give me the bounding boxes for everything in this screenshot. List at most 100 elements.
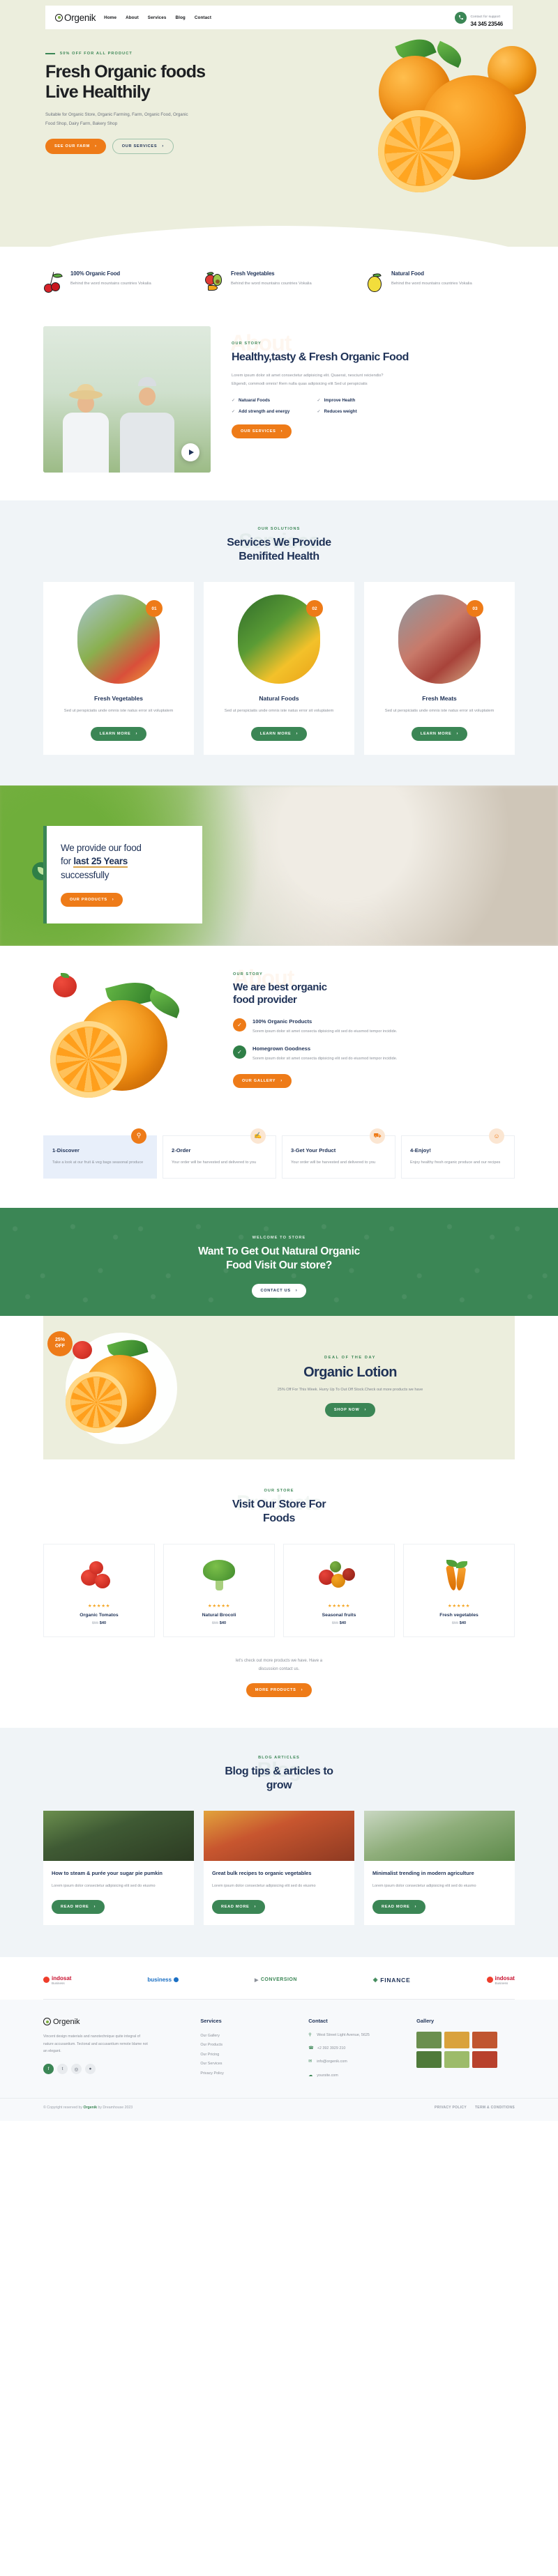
mail-icon: ✉ <box>308 2060 312 2064</box>
footer-link[interactable]: Our Services <box>200 2062 222 2066</box>
more-products-label: MORE PRODUCTS <box>255 1688 296 1693</box>
service-badge: 01 <box>146 600 163 617</box>
header-support[interactable]: Contact for support 34 345 23546 <box>455 8 503 27</box>
list-item[interactable]: Privacy Policy <box>200 2069 299 2079</box>
see-our-farm-button[interactable]: SEE OUR FARM › <box>45 139 106 155</box>
step-card[interactable]: ⚲ 1-Discover Take a look at our fruit & … <box>43 1128 157 1179</box>
list-item[interactable]: Our Services <box>200 2060 299 2069</box>
provider-body: About OUR STORY We are best organic food… <box>218 964 515 1088</box>
read-more-label: READ MORE <box>221 1904 250 1909</box>
product-card[interactable]: ★★★★★ Organic Tomatos $55 $40 <box>43 1544 155 1638</box>
store-title-line2: Foods <box>263 1512 295 1525</box>
story-services-button[interactable]: OUR SERVICES › <box>232 424 292 438</box>
support-phone[interactable]: 34 345 23546 <box>470 21 503 27</box>
terms-link[interactable]: TERM & CONDITIONS <box>475 2106 515 2110</box>
service-badge: 02 <box>306 600 323 617</box>
dribbble-icon[interactable]: ● <box>85 2064 96 2075</box>
story-services-label: OUR SERVICES <box>241 429 276 434</box>
footer-link[interactable]: Our Pricing <box>200 2053 219 2057</box>
footer-link[interactable]: Our Gallery <box>200 2034 220 2038</box>
provider-item-text: Sorem ipsum dolor sit amet consecta dipi… <box>252 1029 398 1034</box>
shop-now-button[interactable]: SHOP NOW › <box>324 1403 376 1418</box>
our-services-button[interactable]: OUR SERVICES › <box>112 139 174 155</box>
instagram-icon[interactable]: ◎ <box>71 2064 82 2075</box>
footer-services-column: Services Our Gallery Our Products Our Pr… <box>200 2018 299 2086</box>
check-icon: ✓ <box>232 398 236 403</box>
play-icon[interactable] <box>181 443 199 461</box>
footer-brand-logo[interactable]: Orgenik <box>43 2018 190 2026</box>
nav-item-home[interactable]: Home <box>104 15 116 20</box>
price-new: $40 <box>99 1621 107 1626</box>
service-card[interactable]: 03 Fresh Meats Sed ut perspiciatis unde … <box>364 582 515 755</box>
more-products-button[interactable]: MORE PRODUCTS › <box>246 1683 312 1698</box>
gallery-thumbnail[interactable] <box>444 2050 470 2068</box>
contact-item[interactable]: ☎ +2 392 3929 210 <box>308 2045 407 2053</box>
blog-post-card[interactable]: Great bulk recipes to organic vegetables… <box>204 1811 354 1925</box>
check-label: Reduces weight <box>324 408 357 414</box>
nav-item-services[interactable]: Services <box>148 15 167 20</box>
gallery-thumbnail[interactable] <box>472 2050 498 2068</box>
story-video-thumbnail[interactable] <box>43 326 211 473</box>
contact-item[interactable]: ✉ info@orgenik.com <box>308 2058 407 2066</box>
gallery-thumbnail[interactable] <box>444 2031 470 2048</box>
blog-post-card[interactable]: Minimalist trending in modern agricultur… <box>364 1811 515 1925</box>
product-card[interactable]: ★★★★★ Fresh vegetables $55 $40 <box>403 1544 515 1638</box>
check-icon: ✓ <box>233 1045 246 1059</box>
copyright-bar: © Copyright reserved by Orgenik by Dream… <box>0 2098 558 2122</box>
product-price: $55 $40 <box>291 1621 387 1625</box>
footer-gallery-grid <box>416 2031 498 2068</box>
twitter-icon[interactable]: t <box>57 2064 68 2075</box>
chevron-right-icon: › <box>364 1408 367 1413</box>
learn-more-button[interactable]: LEARN MORE › <box>250 726 308 741</box>
learn-more-button[interactable]: LEARN MORE › <box>90 726 147 741</box>
privacy-policy-link[interactable]: PRIVACY POLICY <box>435 2106 467 2110</box>
deal-wrapper: 25% OFF DEAL OF THE DAY Organic Lotion 2… <box>0 1316 558 1460</box>
post-image <box>43 1811 194 1862</box>
step-card[interactable]: ✍ 2-Order Your order will be harvested a… <box>163 1128 276 1179</box>
hero-title-line2: Live Healthily <box>45 82 151 102</box>
blog-post-card[interactable]: How to steam & purée your sugar pie pumk… <box>43 1811 194 1925</box>
step-card[interactable]: ☺ 4-Enjoy! Enjoy healthy fresh organic p… <box>401 1128 515 1179</box>
chevron-right-icon: › <box>296 731 299 736</box>
footer-link[interactable]: Our Products <box>200 2043 223 2047</box>
post-text: Lorem ipsum dolor consectetur adipisicin… <box>212 1883 316 1888</box>
farmer-person <box>63 382 109 473</box>
read-more-button[interactable]: READ MORE › <box>372 1899 426 1914</box>
nav-item-about[interactable]: About <box>126 15 139 20</box>
chevron-right-icon: › <box>112 898 114 903</box>
product-card[interactable]: ★★★★★ Natural Brocoli $55 $40 <box>163 1544 275 1638</box>
copyright-links: PRIVACY POLICY TERM & CONDITIONS <box>435 2106 515 2110</box>
product-card[interactable]: ★★★★★ Seasonal fruits $55 $40 <box>283 1544 395 1638</box>
nav-item-blog[interactable]: Blog <box>175 15 185 20</box>
contact-item[interactable]: ☁ yoursite.com <box>308 2072 407 2080</box>
service-card[interactable]: 02 Natural Foods Sed ut perspiciatis und… <box>204 582 354 755</box>
chevron-right-icon: › <box>414 1904 417 1909</box>
read-more-button[interactable]: READ MORE › <box>52 1899 105 1914</box>
price-new: $40 <box>459 1621 467 1626</box>
provider-kicker: OUR STORY <box>233 972 263 976</box>
learn-more-button[interactable]: LEARN MORE › <box>411 726 468 741</box>
facebook-icon[interactable]: f <box>43 2064 54 2075</box>
read-more-button[interactable]: READ MORE › <box>212 1899 266 1914</box>
services-grid: 01 Fresh Vegetables Sed ut perspiciatis … <box>0 582 558 755</box>
service-card[interactable]: 01 Fresh Vegetables Sed ut perspiciatis … <box>43 582 194 755</box>
our-gallery-button[interactable]: OUR GALLERY › <box>233 1073 292 1088</box>
gallery-thumbnail[interactable] <box>416 2050 442 2068</box>
years-section: We provide our food for last 25 Years su… <box>0 785 558 946</box>
footer-link[interactable]: Privacy Policy <box>200 2071 224 2076</box>
step-card[interactable]: ⛟ 3-Get Your Prduct Your order will be h… <box>282 1128 395 1179</box>
brand-logo[interactable]: Orgenik <box>55 13 96 23</box>
contact-text: info@orgenik.com <box>317 2060 347 2064</box>
list-item[interactable]: Our Pricing <box>200 2050 299 2060</box>
gallery-thumbnail[interactable] <box>416 2031 442 2048</box>
learn-more-label: LEARN MORE <box>99 731 131 736</box>
nav-item-contact[interactable]: Contact <box>195 15 211 20</box>
store-heading: Products OUR STORE Visit Our Store For F… <box>0 1489 558 1526</box>
list-item[interactable]: Our Gallery <box>200 2032 299 2041</box>
list-item[interactable]: Our Products <box>200 2041 299 2050</box>
features-section: 100% Organic Food Behind the word mounta… <box>0 247 558 321</box>
post-image <box>204 1811 354 1862</box>
our-products-button[interactable]: OUR PRODUCTS › <box>61 893 123 907</box>
partner-dot-icon <box>174 1977 179 1983</box>
gallery-thumbnail[interactable] <box>472 2031 498 2048</box>
